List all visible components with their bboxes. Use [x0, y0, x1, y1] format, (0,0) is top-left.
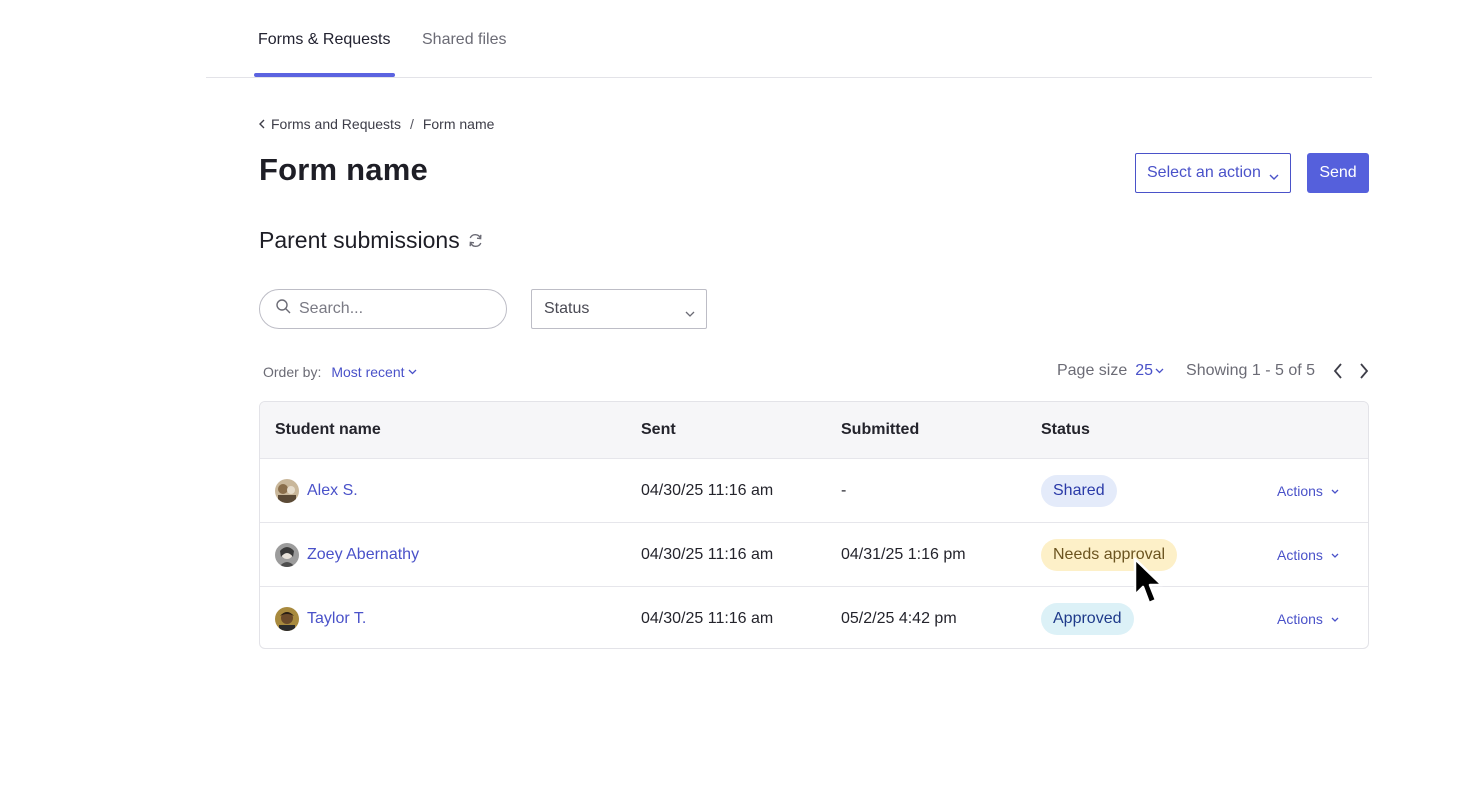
submitted-cell: 04/31/25 1:16 pm — [841, 546, 966, 563]
breadcrumb: Forms and Requests / Form name — [259, 116, 494, 132]
table-row: Taylor T. 04/30/25 11:16 am 05/2/25 4:42… — [260, 586, 1368, 648]
page-size-value: 25 — [1135, 362, 1154, 379]
select-action-dropdown[interactable]: Select an action — [1135, 153, 1291, 193]
sent-cell: 04/30/25 11:16 am — [641, 610, 774, 627]
row-actions-label: Actions — [1277, 611, 1323, 627]
chevron-down-icon — [685, 304, 695, 322]
chevron-down-icon — [1331, 489, 1339, 494]
tab-bar: Forms & Requests Shared files — [206, 0, 1372, 78]
showing-count: Showing 1 - 5 of 5 — [1186, 362, 1315, 379]
table-row: Zoey Abernathy 04/30/25 11:16 am 04/31/2… — [260, 522, 1368, 586]
breadcrumb-separator: / — [409, 116, 414, 132]
send-button[interactable]: Send — [1307, 153, 1369, 193]
breadcrumb-current: Form name — [422, 116, 495, 132]
status-badge: Approved — [1041, 603, 1134, 635]
status-filter-dropdown[interactable]: Status — [531, 289, 707, 329]
status-badge: Shared — [1041, 475, 1117, 507]
section-title: Parent submissions — [259, 227, 484, 254]
search-box[interactable] — [259, 289, 507, 329]
student-name-link[interactable]: Zoey Abernathy — [307, 523, 419, 587]
select-action-label: Select an action — [1147, 164, 1261, 181]
tab-shared-files[interactable]: Shared files — [422, 0, 507, 78]
page-title: Form name — [259, 152, 428, 187]
avatar — [275, 543, 299, 567]
column-header-status[interactable]: Status — [1041, 402, 1090, 458]
sent-cell: 04/30/25 11:16 am — [641, 546, 774, 563]
avatar — [275, 479, 299, 503]
row-actions-label: Actions — [1277, 547, 1323, 563]
chevron-down-icon — [1155, 368, 1164, 374]
row-actions-dropdown[interactable]: Actions — [1277, 459, 1339, 523]
avatar — [275, 607, 299, 631]
mouse-pointer-icon — [1132, 557, 1166, 614]
submitted-cell: - — [841, 482, 847, 499]
student-name-link[interactable]: Taylor T. — [307, 587, 366, 648]
table-header: Student name Sent Submitted Status — [260, 402, 1368, 458]
row-actions-dropdown[interactable]: Actions — [1277, 587, 1339, 648]
pagination: Page size 25 Showing 1 - 5 of 5 — [1057, 362, 1369, 380]
active-tab-indicator — [254, 73, 395, 77]
status-filter-label: Status — [544, 300, 590, 317]
order-by-dropdown[interactable]: Most recent — [331, 364, 416, 380]
chevron-down-icon — [408, 369, 416, 375]
order-by: Order by: Most recent — [263, 364, 417, 380]
row-actions-label: Actions — [1277, 483, 1323, 499]
search-icon — [276, 299, 291, 319]
submitted-cell: 05/2/25 4:42 pm — [841, 610, 957, 627]
breadcrumb-back-link[interactable]: Forms and Requests — [271, 116, 401, 132]
chevron-left-icon[interactable] — [259, 119, 265, 129]
chevron-down-icon — [1331, 553, 1339, 558]
chevron-down-icon — [1269, 167, 1279, 185]
next-page-icon[interactable] — [1359, 363, 1369, 379]
order-by-value: Most recent — [331, 364, 405, 380]
row-actions-dropdown[interactable]: Actions — [1277, 523, 1339, 587]
search-input[interactable] — [299, 300, 489, 318]
sent-cell: 04/30/25 11:16 am — [641, 482, 774, 499]
prev-page-icon[interactable] — [1333, 363, 1343, 379]
table-row: Alex S. 04/30/25 11:16 am - Shared Actio… — [260, 458, 1368, 522]
chevron-down-icon — [1331, 617, 1339, 622]
column-header-submitted[interactable]: Submitted — [841, 402, 919, 458]
order-by-label: Order by: — [263, 364, 322, 380]
column-header-sent[interactable]: Sent — [641, 402, 676, 458]
page-size-dropdown[interactable]: 25 — [1135, 362, 1164, 380]
section-title-text: Parent submissions — [259, 227, 460, 253]
column-header-student-name[interactable]: Student name — [275, 402, 381, 458]
page-size-label: Page size — [1056, 362, 1128, 379]
submissions-table: Student name Sent Submitted Status Alex … — [259, 401, 1369, 649]
student-name-link[interactable]: Alex S. — [307, 459, 358, 523]
refresh-icon[interactable] — [467, 232, 484, 249]
tab-forms-requests[interactable]: Forms & Requests — [258, 0, 390, 78]
